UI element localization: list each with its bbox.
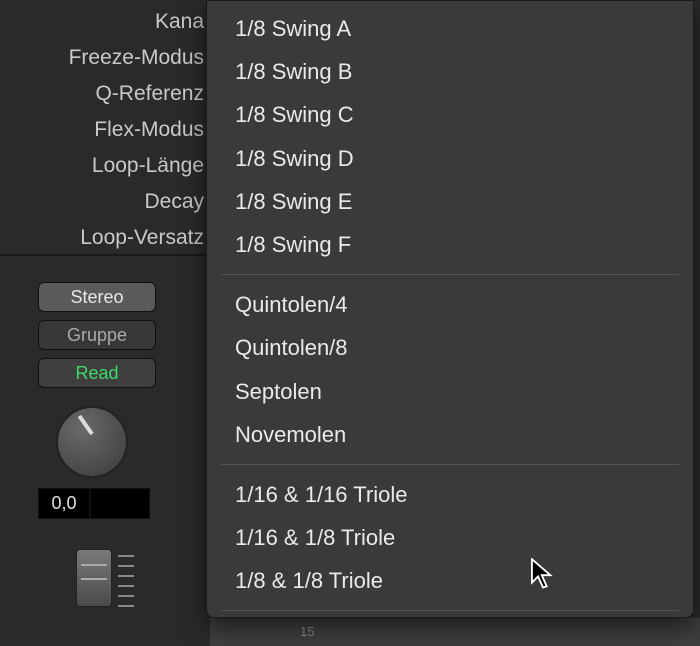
param-label: Loop-Länge (92, 154, 204, 178)
param-row: Loop-Versatz (0, 220, 210, 256)
menu-separator (221, 610, 679, 611)
ruler-tick: 15 (300, 624, 314, 639)
inspector-panel: Kana Freeze-Modus Q-Referenz Flex-Modus … (0, 0, 210, 256)
value-readout[interactable]: 0,0 (38, 488, 90, 519)
menu-item-swing-b[interactable]: 1/8 Swing B (207, 50, 693, 93)
param-row: Freeze-Modus (0, 40, 210, 76)
param-row: Flex-Modus (0, 112, 210, 148)
automation-read-button[interactable]: Read (38, 358, 156, 388)
stereo-button[interactable]: Stereo (38, 282, 156, 312)
param-row: Decay (0, 184, 210, 220)
param-label: Decay (144, 190, 204, 214)
menu-item-swing-d[interactable]: 1/8 Swing D (207, 137, 693, 180)
menu-item-septolen[interactable]: Septolen (207, 370, 693, 413)
param-label: Loop-Versatz (80, 226, 204, 250)
menu-item-swing-f[interactable]: 1/8 Swing F (207, 223, 693, 266)
read-label: Read (75, 363, 118, 384)
track-area: 15 (210, 618, 700, 646)
param-row: Loop-Länge (0, 148, 210, 184)
menu-item-swing-a[interactable]: 1/8 Swing A (207, 7, 693, 50)
param-label: Freeze-Modus (69, 46, 204, 70)
menu-item-quintolen-4[interactable]: Quintolen/4 (207, 283, 693, 326)
param-label: Kana (155, 10, 204, 34)
group-button[interactable]: Gruppe (38, 320, 156, 350)
pan-knob[interactable] (56, 406, 128, 478)
fader-area[interactable] (76, 549, 156, 607)
menu-separator (221, 464, 679, 465)
menu-item-novemolen[interactable]: Novemolen (207, 413, 693, 456)
param-label: Q-Referenz (95, 82, 204, 106)
menu-item-quintolen-8[interactable]: Quintolen/8 (207, 326, 693, 369)
menu-item-swing-c[interactable]: 1/8 Swing C (207, 93, 693, 136)
quantize-dropdown-menu: 1/8 Swing A 1/8 Swing B 1/8 Swing C 1/8 … (206, 0, 694, 618)
stereo-label: Stereo (70, 287, 123, 308)
meter-scale (118, 555, 134, 607)
param-label: Flex-Modus (94, 118, 204, 142)
menu-separator (221, 274, 679, 275)
group-label: Gruppe (67, 325, 127, 346)
channel-strip: Stereo Gruppe Read 0,0 (0, 282, 156, 607)
menu-item-8-8-triole[interactable]: 1/8 & 1/8 Triole (207, 559, 693, 602)
menu-item-swing-e[interactable]: 1/8 Swing E (207, 180, 693, 223)
menu-item-16-8-triole[interactable]: 1/16 & 1/8 Triole (207, 516, 693, 559)
fader-cap[interactable] (76, 549, 112, 607)
divider (0, 254, 210, 256)
value-readout-secondary[interactable] (90, 488, 150, 519)
menu-item-16-16-triole[interactable]: 1/16 & 1/16 Triole (207, 473, 693, 516)
param-row: Kana (0, 4, 210, 40)
param-row: Q-Referenz (0, 76, 210, 112)
